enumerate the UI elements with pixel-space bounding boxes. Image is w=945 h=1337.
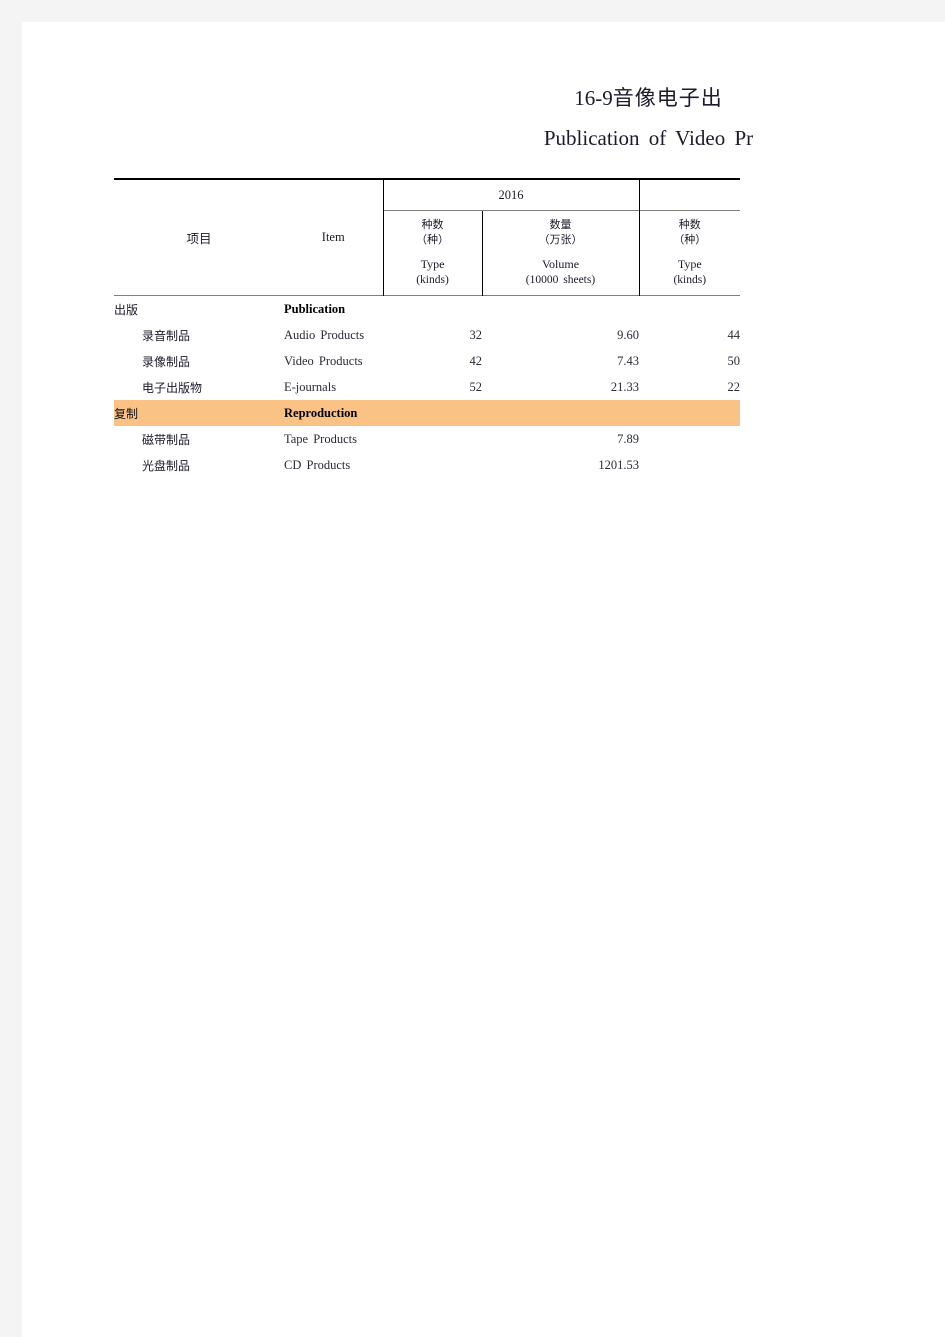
data-grid: 项目 Item 2016 种数 （种） Type (kinds) 数量 （万张）… bbox=[114, 178, 740, 478]
page-title-english: Publication of Video Pr bbox=[543, 126, 754, 150]
header-col-3-cn-unit: （种） bbox=[673, 232, 707, 246]
table-row: 磁带制品 Tape Products 7.89 bbox=[114, 426, 740, 452]
header-col-1-cn-unit: （种） bbox=[416, 232, 449, 246]
row-label-chinese: 录像制品 bbox=[142, 354, 191, 369]
title-block: 16-9音像电子出 Publication of Video Pr bbox=[22, 82, 945, 151]
header-year-next-blank bbox=[638, 178, 740, 211]
cell-volume bbox=[482, 295, 639, 322]
cell-type-kinds-2 bbox=[639, 452, 740, 478]
cell-volume: 21.33 bbox=[610, 379, 639, 394]
header-col-type-kinds: 种数 （种） Type (kinds) bbox=[382, 210, 482, 296]
row-label-english: Video Products bbox=[284, 353, 363, 368]
cell-type-kinds: 32 bbox=[469, 327, 483, 342]
row-label-english: E-journals bbox=[284, 379, 337, 394]
row-label-chinese: 录音制品 bbox=[142, 328, 191, 343]
row-label-english: Publication bbox=[284, 295, 383, 322]
page-title-chinese: 16-9音像电子出 bbox=[352, 82, 945, 112]
cell-type-kinds bbox=[383, 295, 482, 322]
header-col-3-cn: 种数 bbox=[678, 217, 701, 231]
page-sheet: 16-9音像电子出 Publication of Video Pr 项目 Ite… bbox=[22, 22, 945, 1337]
header-item-english: Item bbox=[321, 230, 345, 244]
row-label-chinese: 电子出版物 bbox=[142, 380, 203, 395]
cell-volume: 7.89 bbox=[617, 431, 639, 446]
cell-type-kinds-2 bbox=[639, 426, 740, 452]
header-year-2016: 2016 bbox=[382, 178, 639, 211]
table-row: 光盘制品 CD Products 1201.53 bbox=[114, 452, 740, 478]
header-col-volume: 数量 （万张） Volume (10000 sheets) bbox=[481, 210, 639, 296]
cell-volume: 9.60 bbox=[617, 327, 639, 342]
row-label-english: Reproduction bbox=[284, 400, 383, 426]
cell-type-kinds-2 bbox=[639, 295, 740, 322]
cell-type-kinds bbox=[383, 426, 482, 452]
cell-type-kinds: 42 bbox=[469, 353, 483, 368]
row-label-chinese: 复制 bbox=[114, 400, 284, 426]
header-col-1-cn: 种数 bbox=[421, 217, 444, 231]
table-row: 录音制品 Audio Products 32 9.60 44 bbox=[114, 322, 740, 348]
header-col-1-en-unit: (kinds) bbox=[416, 273, 449, 286]
row-label-chinese: 光盘制品 bbox=[142, 458, 191, 473]
table-number: 16-9 bbox=[574, 86, 613, 110]
table-row: 录像制品 Video Products 42 7.43 50 bbox=[114, 348, 740, 374]
header-item-chinese: 项目 bbox=[186, 231, 212, 246]
row-label-english: CD Products bbox=[284, 457, 351, 472]
cell-type-kinds bbox=[383, 452, 482, 478]
cell-type-kinds-2: 44 bbox=[727, 327, 741, 342]
table-group-row: 出版 Publication bbox=[114, 295, 740, 322]
table-header: 项目 Item 2016 种数 （种） Type (kinds) 数量 （万张）… bbox=[114, 178, 740, 296]
header-col-type-kinds-next: 种数 （种） Type (kinds) bbox=[638, 210, 740, 296]
cell-type-kinds bbox=[383, 400, 482, 426]
header-row-year: 项目 Item 2016 bbox=[114, 178, 740, 296]
cell-volume bbox=[482, 400, 639, 426]
header-col-2-en: Volume bbox=[541, 257, 580, 272]
header-col-2-cn-unit: （万张） bbox=[538, 232, 583, 246]
table-row: 电子出版物 E-journals 52 21.33 22 bbox=[114, 374, 740, 400]
header-col-2-en-unit: (10000 sheets) bbox=[525, 273, 596, 286]
cell-type-kinds-2: 22 bbox=[727, 379, 741, 394]
page-title-chinese-text: 音像电子出 bbox=[612, 86, 723, 110]
row-label-english: Tape Products bbox=[284, 431, 357, 446]
header-col-2-cn: 数量 bbox=[549, 217, 572, 231]
cell-type-kinds: 52 bbox=[469, 379, 483, 394]
cell-type-kinds-2: 50 bbox=[727, 353, 741, 368]
header-col-3-en: Type bbox=[677, 257, 702, 272]
cell-volume: 7.43 bbox=[617, 353, 639, 368]
table-body: 出版 Publication 录音制品 Audio Products 32 9.60 44 录… bbox=[114, 295, 740, 479]
statistics-table: 项目 Item 2016 种数 （种） Type (kinds) 数量 （万张）… bbox=[114, 178, 740, 478]
table-group-row: 复制 Reproduction bbox=[114, 400, 740, 426]
header-col-3-en-unit: (kinds) bbox=[673, 273, 707, 286]
cell-volume: 1201.53 bbox=[598, 457, 639, 472]
row-label-chinese: 出版 bbox=[114, 295, 284, 322]
row-label-chinese: 磁带制品 bbox=[142, 432, 191, 447]
cell-type-kinds-2 bbox=[639, 400, 740, 426]
header-cell-item: 项目 bbox=[114, 178, 284, 296]
row-label-english: Audio Products bbox=[284, 327, 365, 342]
header-cell-item-en: Item bbox=[284, 178, 383, 296]
header-col-1-en: Type bbox=[420, 257, 445, 272]
